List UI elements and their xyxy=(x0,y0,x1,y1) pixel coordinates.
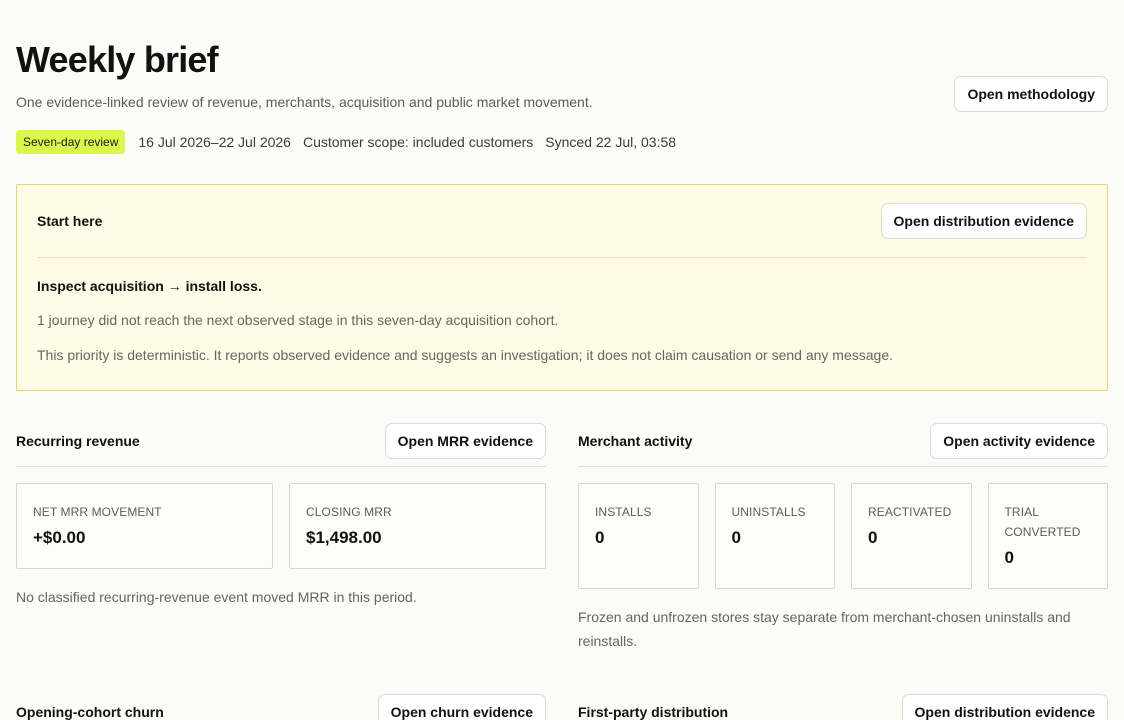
recurring-revenue-label: Recurring revenue xyxy=(16,432,140,449)
recurring-revenue-section: Recurring revenue Open MRR evidence Net … xyxy=(16,415,546,609)
first-party-distribution-label: First-party distribution xyxy=(578,703,729,720)
open-activity-evidence-button[interactable]: Open activity evidence xyxy=(930,422,1108,459)
open-methodology-button[interactable]: Open methodology xyxy=(954,76,1108,112)
opening-cohort-churn-header: Opening-cohort churn Open churn evidence xyxy=(16,686,546,720)
merchant-activity-label: Merchant activity xyxy=(578,432,693,449)
merchant-activity-note: Frozen and unfrozen stores stay separate… xyxy=(578,609,1071,649)
installs-card: Installs 0 xyxy=(578,483,699,589)
metric-label: Trial converted xyxy=(1004,505,1081,539)
metric-value: 0 xyxy=(595,528,605,547)
recurring-revenue-note: No classified recurring-revenue event mo… xyxy=(16,589,417,605)
open-mrr-evidence-button[interactable]: Open MRR evidence xyxy=(384,422,546,459)
review-meta: Seven-day review 16 Jul 2026–22 Jul 2026… xyxy=(16,130,1108,154)
page-title: Weekly brief xyxy=(16,39,219,80)
merchant-activity-header: Merchant activity Open activity evidence xyxy=(578,415,1108,467)
metric-value: 0 xyxy=(868,528,878,547)
opening-cohort-churn-label: Opening-cohort churn xyxy=(16,703,164,720)
page-subtitle: One evidence-linked review of revenue, m… xyxy=(16,94,593,110)
net-mrr-movement-card: Net MRR movement +$0.00 xyxy=(16,483,273,569)
weekly-brief-page: Weekly brief One evidence-linked review … xyxy=(0,0,1124,720)
first-party-distribution-header: First-party distribution Open distributi… xyxy=(578,686,1108,720)
priority-disclaimer: This priority is deterministic. It repor… xyxy=(37,347,893,363)
date-range: 16 Jul 2026–22 Jul 2026 xyxy=(138,134,291,150)
opening-cohort-churn-section: Opening-cohort churn Open churn evidence xyxy=(16,686,546,720)
review-period-badge: Seven-day review xyxy=(16,130,126,154)
start-here-panel: Start here Open distribution evidence In… xyxy=(16,184,1108,391)
priority-title: Inspect acquisition → install loss. xyxy=(37,278,262,294)
metric-value: 0 xyxy=(731,528,741,547)
open-distribution-evidence-button[interactable]: Open distribution evidence xyxy=(880,203,1087,239)
open-churn-evidence-button[interactable]: Open churn evidence xyxy=(377,693,546,720)
mrr-metric-cards: Net MRR movement +$0.00 Closing MRR $1,4… xyxy=(16,483,546,569)
metric-label: Uninstalls xyxy=(731,505,806,519)
merchant-metric-cards: Installs 0 Uninstalls 0 Reactivated 0 Tr… xyxy=(578,483,1108,589)
metric-label: Reactivated xyxy=(868,505,952,519)
customer-scope: Customer scope: included customers xyxy=(302,134,534,150)
metric-label: Closing MRR xyxy=(306,505,392,519)
open-first-party-distribution-evidence-button[interactable]: Open distribution evidence xyxy=(901,693,1108,720)
start-here-header: Start here Open distribution evidence xyxy=(37,185,1087,258)
metric-value: +$0.00 xyxy=(33,528,86,547)
uninstalls-card: Uninstalls 0 xyxy=(714,483,835,589)
merchant-activity-section: Merchant activity Open activity evidence… xyxy=(578,415,1108,653)
reactivated-card: Reactivated 0 xyxy=(851,483,972,589)
metric-label: Installs xyxy=(595,505,652,519)
page-header: Weekly brief One evidence-linked review … xyxy=(16,0,1108,154)
recurring-revenue-header: Recurring revenue Open MRR evidence xyxy=(16,415,546,467)
trial-converted-card: Trial converted 0 xyxy=(987,483,1108,589)
metric-value: $1,498.00 xyxy=(306,528,382,547)
metric-label: Net MRR movement xyxy=(33,505,162,519)
metric-value: 0 xyxy=(1004,548,1014,567)
first-party-distribution-section: First-party distribution Open distributi… xyxy=(578,686,1108,720)
start-here-label: Start here xyxy=(37,213,103,229)
priority-detail: 1 journey did not reach the next observe… xyxy=(37,312,559,328)
closing-mrr-card: Closing MRR $1,498.00 xyxy=(289,483,546,569)
sync-status: Synced 22 Jul, 03:58 xyxy=(545,134,677,150)
